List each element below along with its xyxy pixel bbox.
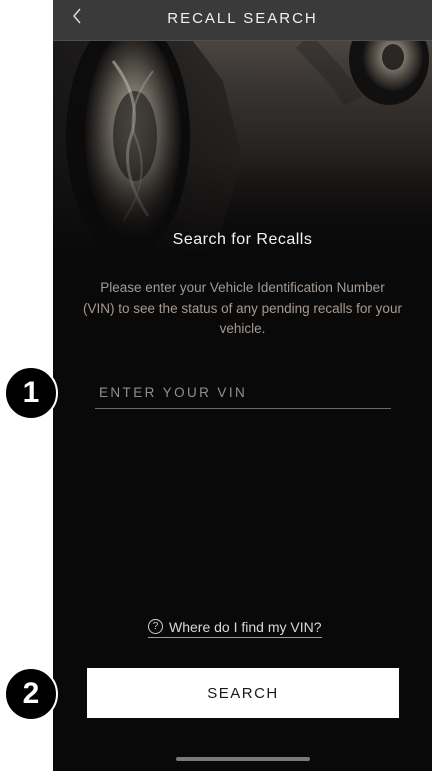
step-2-marker: 2: [4, 667, 58, 721]
phone-screen: RECALL SEARCH Search for Recalls Please …: [53, 0, 432, 771]
recall-search-form: Search for Recalls Please enter your Veh…: [53, 0, 432, 771]
find-vin-label: Where do I find my VIN?: [169, 618, 322, 635]
top-bar: RECALL SEARCH: [53, 0, 432, 41]
page: RECALL SEARCH Search for Recalls Please …: [0, 0, 432, 771]
question-circle-icon: ?: [148, 619, 163, 634]
find-vin-link[interactable]: ? Where do I find my VIN?: [148, 616, 322, 638]
step-1-marker: 1: [4, 366, 58, 420]
home-indicator: [176, 757, 310, 761]
section-heading: Search for Recalls: [172, 231, 313, 248]
search-button[interactable]: SEARCH: [87, 668, 399, 718]
description-text: Please enter your Vehicle Identification…: [83, 280, 402, 336]
vin-field[interactable]: [95, 378, 395, 409]
page-title: RECALL SEARCH: [167, 10, 318, 27]
vin-input[interactable]: [95, 378, 395, 406]
